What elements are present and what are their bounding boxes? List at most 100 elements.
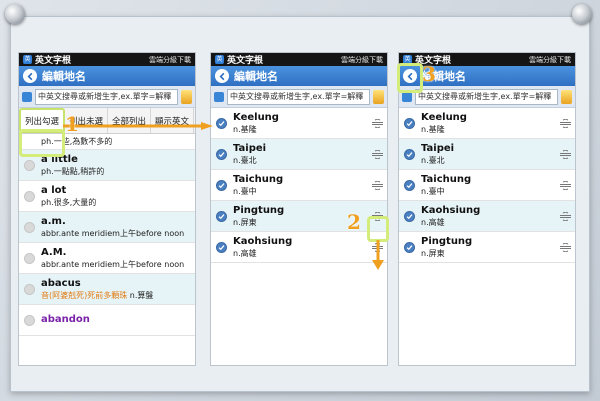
word-term: Taipei bbox=[233, 142, 267, 154]
mnemonic-text: 音(阿婆剋死)死前多顆珠 bbox=[41, 290, 128, 300]
cloud-download-link[interactable]: 雲端分級下載 bbox=[341, 55, 383, 65]
word-term: a.m. bbox=[41, 215, 66, 227]
search-bar: 中英文搜尋或新增生字,ex.單字=解釋 bbox=[399, 86, 575, 108]
search-bar: 中英文搜尋或新增生字,ex.單字=解釋 bbox=[211, 86, 387, 108]
status-bar: 英 英文字根 雲端分級下載 bbox=[211, 53, 387, 66]
checkbox[interactable] bbox=[24, 190, 35, 202]
list-item[interactable]: Pingtung n.屏東 bbox=[399, 232, 575, 263]
search-icon[interactable] bbox=[214, 91, 224, 102]
word-term: Taichung bbox=[233, 173, 284, 185]
app-logo-icon: 英 bbox=[23, 55, 32, 64]
list-item[interactable]: Keelung n.基隆 bbox=[399, 108, 575, 139]
page-title: 編輯地名 bbox=[42, 70, 86, 83]
word-definition: n.臺北 bbox=[233, 155, 257, 165]
chevron-left-icon bbox=[27, 72, 32, 80]
drag-handle-icon[interactable] bbox=[560, 118, 571, 128]
check-icon bbox=[406, 213, 413, 219]
drag-handle-icon[interactable] bbox=[560, 180, 571, 190]
app-logo-icon: 英 bbox=[215, 55, 224, 64]
word-term: Keelung bbox=[421, 111, 467, 123]
list-item[interactable]: Taipei n.臺北 bbox=[399, 139, 575, 170]
checkbox-checked[interactable] bbox=[404, 210, 415, 222]
word-list: Keelung n.基隆 Taipei n.臺北 Taichung n.臺中 Kaoh… bbox=[399, 108, 575, 263]
checkbox[interactable] bbox=[24, 283, 35, 295]
back-button[interactable] bbox=[215, 69, 229, 83]
title-bar: 編輯地名 bbox=[211, 66, 387, 86]
word-term: Taipei bbox=[421, 142, 455, 154]
cloud-download-link[interactable]: 雲端分級下載 bbox=[529, 55, 571, 65]
word-term: Kaohsiung bbox=[233, 235, 293, 247]
step-2-number: 2 bbox=[347, 210, 361, 234]
word-list: ph.一些,為數不多的 a little ph.一點點,稍許的 a lot ph.很… bbox=[19, 134, 195, 336]
word-definition: n.高雄 bbox=[421, 217, 445, 227]
drag-handle-icon[interactable] bbox=[560, 242, 571, 252]
cloud-download-link[interactable]: 雲端分級下載 bbox=[149, 55, 191, 65]
search-icon[interactable] bbox=[22, 91, 32, 102]
word-term: abacus bbox=[41, 277, 81, 289]
search-icon[interactable] bbox=[402, 91, 412, 102]
checkbox-checked[interactable] bbox=[404, 241, 415, 253]
voice-input-icon[interactable] bbox=[181, 89, 192, 104]
phone-screen-1: 英 英文字根 雲端分級下載 編輯地名 中英文搜尋或新增生字,ex.單字=解釋 列… bbox=[18, 52, 196, 366]
list-item[interactable]: Taichung n.臺中 bbox=[399, 170, 575, 201]
list-item[interactable]: a.m. abbr.ante meridiem上午before noon bbox=[19, 212, 195, 243]
check-icon bbox=[218, 213, 225, 219]
list-item[interactable]: Taipei n.臺北 bbox=[211, 139, 387, 170]
voice-input-icon[interactable] bbox=[561, 89, 572, 104]
word-definition: 音(阿婆剋死)死前多顆珠 n.算盤 bbox=[41, 290, 191, 301]
word-definition: ph.很多,大量的 bbox=[41, 197, 97, 207]
step-2-highlight bbox=[367, 216, 389, 242]
pushpin-right-icon bbox=[572, 4, 592, 24]
checkbox[interactable] bbox=[24, 252, 35, 264]
checkbox-checked[interactable] bbox=[404, 117, 415, 129]
list-item[interactable]: Keelung n.基隆 bbox=[211, 108, 387, 139]
list-item[interactable]: Kaohsiung n.高雄 bbox=[399, 201, 575, 232]
word-term: Kaohsiung bbox=[421, 204, 481, 216]
drag-handle-icon[interactable] bbox=[372, 118, 383, 128]
word-list: Keelung n.基隆 Taipei n.臺北 Taichung n.臺中 Ping… bbox=[211, 108, 387, 263]
voice-input-icon[interactable] bbox=[373, 89, 384, 104]
step-1-number: 1 bbox=[65, 112, 79, 136]
checkbox-checked[interactable] bbox=[216, 210, 227, 222]
search-bar: 中英文搜尋或新增生字,ex.單字=解釋 bbox=[19, 86, 195, 108]
phone-screen-3: 英 英文字根 雲端分級下載 編輯地名 中英文搜尋或新增生字,ex.單字=解釋 K… bbox=[398, 52, 576, 366]
list-item[interactable]: Kaohsiung n.高雄 bbox=[211, 232, 387, 263]
checkbox[interactable] bbox=[24, 221, 35, 233]
app-name: 英文字根 bbox=[227, 56, 264, 66]
checkbox-checked[interactable] bbox=[216, 148, 227, 160]
checkbox-checked[interactable] bbox=[216, 117, 227, 129]
checkbox[interactable] bbox=[24, 314, 35, 326]
list-item[interactable]: Taichung n.臺中 bbox=[211, 170, 387, 201]
word-definition: n.屏東 bbox=[421, 248, 445, 258]
list-item[interactable]: A.M. abbr.ante meridiem上午before noon bbox=[19, 243, 195, 274]
list-item[interactable]: abacus 音(阿婆剋死)死前多顆珠 n.算盤 bbox=[19, 274, 195, 305]
step-3-highlight bbox=[397, 63, 423, 93]
checkbox-checked[interactable] bbox=[216, 179, 227, 191]
search-input[interactable]: 中英文搜尋或新增生字,ex.單字=解釋 bbox=[35, 88, 178, 105]
search-input[interactable]: 中英文搜尋或新增生字,ex.單字=解釋 bbox=[415, 88, 558, 105]
list-item[interactable]: abandon bbox=[19, 305, 195, 336]
search-input[interactable]: 中英文搜尋或新增生字,ex.單字=解釋 bbox=[227, 88, 370, 105]
word-definition: abbr.ante meridiem上午before noon bbox=[41, 228, 185, 238]
check-icon bbox=[218, 244, 225, 250]
checkbox-checked[interactable] bbox=[216, 241, 227, 253]
checkbox-checked[interactable] bbox=[404, 179, 415, 191]
drag-handle-icon[interactable] bbox=[372, 149, 383, 159]
list-item[interactable]: a lot ph.很多,大量的 bbox=[19, 181, 195, 212]
drag-handle-icon[interactable] bbox=[560, 149, 571, 159]
word-term: A.M. bbox=[41, 246, 67, 258]
word-definition: n.基隆 bbox=[421, 124, 445, 134]
step-1-highlight bbox=[19, 129, 65, 157]
drag-handle-icon[interactable] bbox=[560, 211, 571, 221]
drag-handle-icon[interactable] bbox=[372, 180, 383, 190]
definition-text: n.算盤 bbox=[129, 290, 154, 300]
word-definition: ph.一點點,稍許的 bbox=[41, 166, 105, 176]
word-term: abandon bbox=[41, 314, 90, 325]
page-title: 編輯地名 bbox=[234, 70, 278, 83]
step-3-number: 3 bbox=[422, 62, 436, 86]
checkbox-checked[interactable] bbox=[404, 148, 415, 160]
back-button[interactable] bbox=[23, 69, 37, 83]
check-icon bbox=[406, 120, 413, 126]
checkbox[interactable] bbox=[24, 159, 35, 171]
chevron-left-icon bbox=[219, 72, 224, 80]
